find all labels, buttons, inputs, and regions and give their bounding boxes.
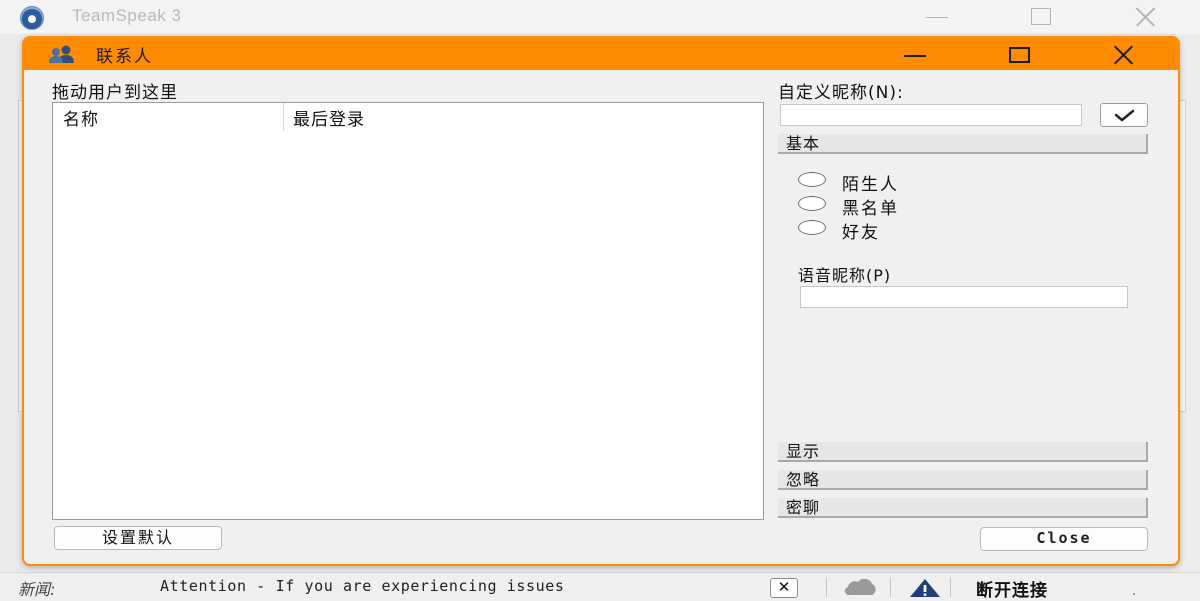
- cloud-icon[interactable]: [842, 579, 880, 597]
- status-separator: [826, 577, 827, 597]
- status-separator: [890, 577, 891, 597]
- main-window-titlebar: TeamSpeak 3: [0, 0, 1200, 35]
- teamspeak-logo-icon: [20, 6, 44, 30]
- dialog-close-button[interactable]: [1110, 41, 1136, 67]
- voice-nickname-label: 语音昵称(P): [798, 266, 892, 285]
- dialog-title: 联系人: [96, 47, 153, 67]
- section-ignore[interactable]: 忽略: [778, 470, 1148, 490]
- radio-label: 陌生人: [842, 175, 899, 195]
- section-whisper[interactable]: 密聊: [778, 498, 1148, 518]
- section-display[interactable]: 显示: [778, 442, 1148, 462]
- custom-nickname-label: 自定义昵称(N):: [778, 83, 904, 103]
- nickname-apply-button[interactable]: [1100, 103, 1148, 127]
- radio-button-icon[interactable]: [798, 172, 826, 187]
- column-header-name[interactable]: 名称: [63, 105, 99, 130]
- drag-hint-label: 拖动用户到这里: [52, 83, 178, 103]
- dialog-titlebar[interactable]: 联系人: [24, 38, 1178, 70]
- main-minimize-button[interactable]: [924, 4, 950, 30]
- close-icon: ✕: [777, 578, 791, 596]
- status-bar: 新闻: Attention - If you are experiencing …: [0, 572, 1200, 601]
- radio-button-icon[interactable]: [798, 220, 826, 235]
- column-divider[interactable]: [283, 103, 284, 131]
- contacts-dialog: 联系人 拖动用户到这里 名称 最后登录 设置默认 自定义昵称(N): 基本 陌生…: [22, 36, 1180, 566]
- news-close-button[interactable]: ✕: [770, 578, 798, 598]
- dialog-maximize-button[interactable]: [1006, 41, 1032, 67]
- status-separator: [950, 577, 951, 597]
- voice-nickname-input[interactable]: [800, 286, 1128, 308]
- set-default-button[interactable]: 设置默认: [54, 526, 222, 550]
- radio-label: 好友: [842, 223, 880, 243]
- checkmark-icon: [1114, 109, 1135, 122]
- dialog-minimize-button[interactable]: [902, 41, 928, 67]
- radio-label: 黑名单: [842, 199, 899, 219]
- main-window-title: TeamSpeak 3: [72, 6, 182, 25]
- resize-grip-icon[interactable]: [1128, 588, 1136, 596]
- connection-status: 断开连接: [976, 581, 1048, 601]
- contact-list[interactable]: 名称 最后登录: [52, 102, 764, 520]
- section-basic[interactable]: 基本: [778, 134, 1148, 154]
- main-maximize-button[interactable]: [1028, 4, 1054, 30]
- contacts-icon: [49, 45, 74, 63]
- warning-icon[interactable]: [908, 577, 942, 599]
- custom-nickname-input[interactable]: [780, 104, 1082, 126]
- radio-button-icon[interactable]: [798, 196, 826, 211]
- main-close-button[interactable]: [1132, 4, 1158, 30]
- news-ticker[interactable]: Attention - If you are experiencing issu…: [160, 577, 750, 595]
- news-label: 新闻:: [18, 580, 56, 599]
- column-header-last-login[interactable]: 最后登录: [293, 105, 365, 130]
- close-button[interactable]: Close: [980, 527, 1148, 551]
- contact-list-header: 名称 最后登录: [53, 103, 763, 131]
